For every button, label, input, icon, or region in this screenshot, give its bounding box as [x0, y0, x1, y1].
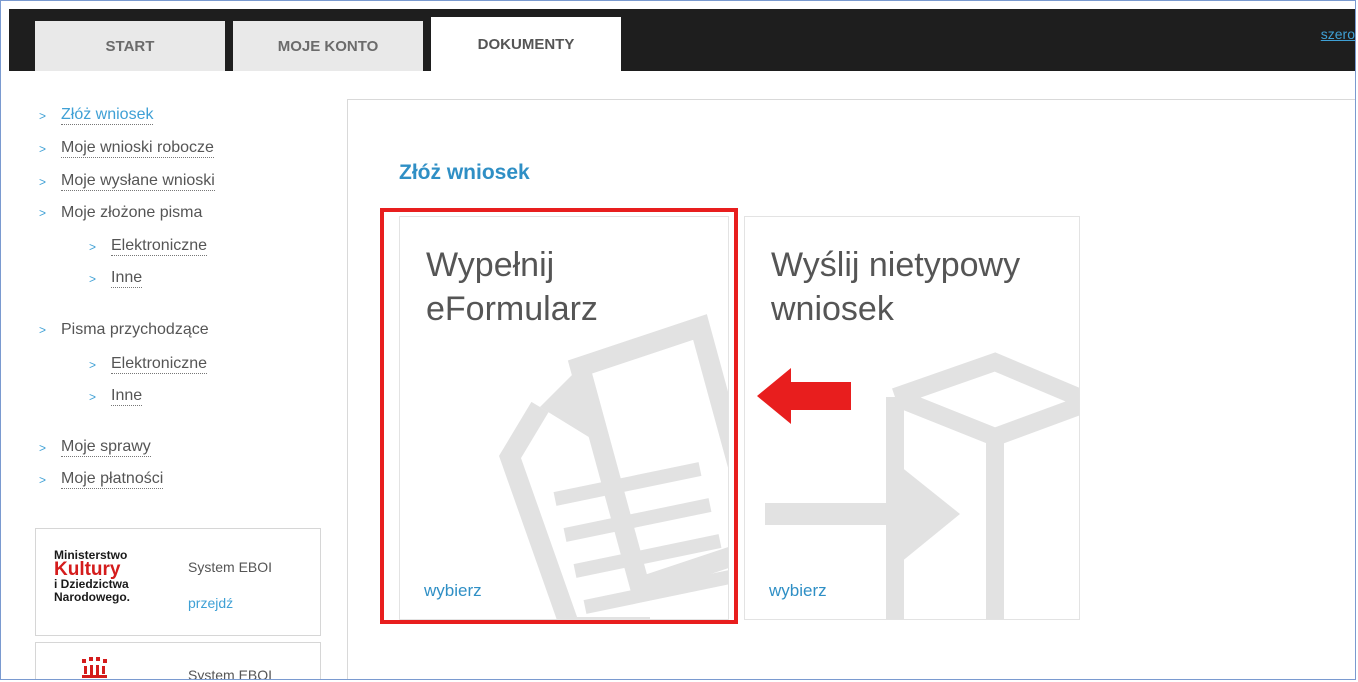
sidebar-item-pisma-inne[interactable]: > Inne [89, 269, 143, 288]
promo-system-label: System EBOI [188, 667, 273, 680]
sidebar-item-moje-platnosci[interactable]: > Moje płatności [39, 470, 164, 489]
sidebar-item-label: Inne [111, 387, 143, 406]
sidebar-item-label: Moje wnioski robocze [61, 139, 214, 158]
chevron-right-icon: > [39, 206, 47, 220]
tile-title: Wyślij nietypowy wniosek [771, 246, 1021, 328]
institution-logo-icon [82, 657, 107, 678]
sidebar-item-label: Pisma przychodzące [61, 321, 209, 338]
chevron-right-icon: > [39, 472, 47, 487]
logo-line: Narodowego. [54, 590, 131, 604]
sidebar-item-zloz-wniosek[interactable]: > Złóż wniosek [39, 106, 154, 125]
tab-moje-konto[interactable]: MOJE KONTO [233, 21, 423, 71]
sidebar-item-label: Inne [111, 269, 143, 288]
tab-start[interactable]: START [35, 21, 225, 71]
logo-line: Kultury [54, 559, 121, 580]
sidebar-item-moje-wyslane-wnioski[interactable]: > Moje wysłane wnioski [39, 172, 215, 191]
sidebar-item-pisma-elektroniczne[interactable]: > Elektroniczne [89, 237, 208, 256]
highlight-frame [380, 208, 738, 624]
sidebar-item-moje-wnioski-robocze[interactable]: > Moje wnioski robocze [39, 139, 214, 158]
chevron-right-icon: > [89, 239, 97, 254]
sidebar-item-label: Moje złożone pisma [61, 204, 203, 221]
chevron-right-icon: > [89, 271, 97, 286]
chevron-right-icon: > [39, 108, 47, 123]
app-window: START MOJE KONTO DOKUMENTY szero > Złóż … [0, 0, 1356, 680]
chevron-right-icon: > [89, 357, 97, 372]
sidebar-item-label: Elektroniczne [111, 237, 208, 256]
tab-dokumenty[interactable]: DOKUMENTY [431, 17, 621, 71]
top-navigation-bar: START MOJE KONTO DOKUMENTY szero [9, 9, 1355, 71]
chevron-right-icon: > [39, 440, 47, 455]
sidebar-item-moje-sprawy[interactable]: > Moje sprawy [39, 438, 151, 457]
arrow-left-icon [757, 368, 851, 424]
chevron-right-icon: > [39, 174, 47, 189]
sidebar-item-label: Złóż wniosek [61, 106, 154, 125]
promo-system-label: System EBOI [188, 559, 273, 575]
tile-select-link[interactable]: wybierz [769, 581, 827, 601]
chevron-right-icon: > [89, 389, 97, 404]
promo-link[interactable]: przejdź [188, 595, 233, 611]
page-title: Złóż wniosek [399, 161, 530, 184]
sidebar-item-moje-zlozone-pisma: > Moje złożone pisma [39, 204, 202, 222]
sidebar-item-label: Moje sprawy [61, 438, 151, 457]
sidebar-item-pisma-przychodzace: > Pisma przychodzące [39, 321, 209, 339]
sidebar-item-label: Elektroniczne [111, 355, 208, 374]
sidebar-item-przychodzace-elektroniczne[interactable]: > Elektroniczne [89, 355, 208, 374]
ministry-logo: Ministerstwo Kultury i Dziedzictwa Narod… [54, 549, 130, 604]
sidebar-item-label: Moje płatności [61, 470, 164, 489]
chevron-right-icon: > [39, 323, 47, 337]
chevron-right-icon: > [39, 141, 47, 156]
promo-box-mkidn: Ministerstwo Kultury i Dziedzictwa Narod… [35, 528, 321, 636]
sidebar-item-przychodzace-inne[interactable]: > Inne [89, 387, 143, 406]
promo-box-second: System EBOI [35, 642, 321, 680]
top-right-link[interactable]: szero [1321, 26, 1355, 42]
sidebar-item-label: Moje wysłane wnioski [61, 172, 215, 191]
